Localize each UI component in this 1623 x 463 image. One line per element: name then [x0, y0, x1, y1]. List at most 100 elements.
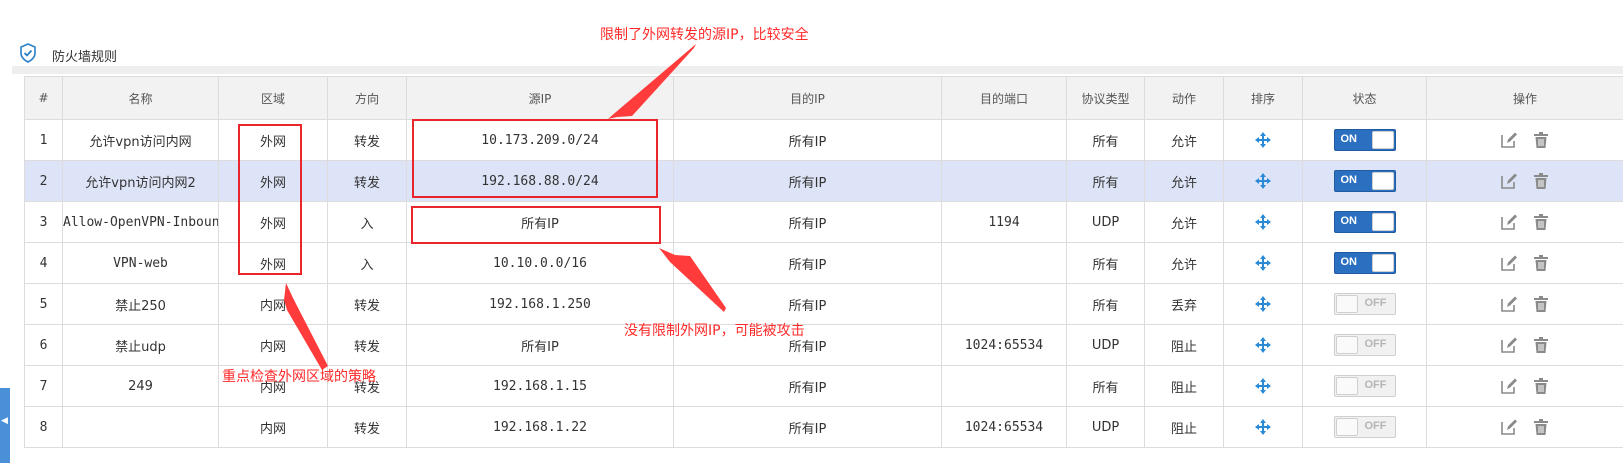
zone-cell: 内网	[218, 406, 328, 448]
source-ip-cell: 192.168.1.250	[406, 283, 674, 325]
status-cell: ON	[1302, 242, 1427, 284]
index-cell: 3	[24, 201, 63, 243]
operations-cell	[1426, 365, 1623, 407]
zone-cell: 内网	[218, 283, 328, 325]
dest-port-cell: 1024:65534	[941, 324, 1067, 366]
index-cell: 4	[24, 242, 63, 284]
trash-icon[interactable]	[1531, 253, 1551, 273]
highlight-box-restricted-source	[412, 119, 658, 198]
col-header-sort: 排序	[1223, 76, 1303, 120]
sort-cell	[1223, 324, 1303, 366]
move-arrows-icon[interactable]	[1255, 214, 1271, 230]
col-header-protocol: 协议类型	[1066, 76, 1145, 120]
status-toggle[interactable]: OFF	[1333, 416, 1396, 438]
status-toggle[interactable]: OFF	[1333, 375, 1396, 397]
col-header-dest-ip: 目的IP	[673, 76, 942, 120]
move-arrows-icon[interactable]	[1255, 419, 1271, 435]
source-ip-cell: 192.168.1.15	[406, 365, 674, 407]
action-cell: 阻止	[1144, 406, 1224, 448]
edit-icon[interactable]	[1499, 294, 1519, 314]
edit-icon[interactable]	[1499, 171, 1519, 191]
col-header-dest-port: 目的端口	[941, 76, 1067, 120]
table-row: 8 内网 转发 192.168.1.22 所有IP 1024:65534 UDP 阻止 OFF	[24, 406, 1623, 448]
highlight-box-unrestricted-source	[411, 206, 661, 244]
index-cell: 2	[24, 160, 63, 202]
index-cell: 1	[24, 119, 63, 161]
protocol-cell: UDP	[1066, 324, 1145, 366]
status-toggle-label: OFF	[1364, 420, 1387, 432]
col-header-name: 名称	[62, 76, 219, 120]
operations-cell	[1426, 283, 1623, 325]
action-cell: 丢弃	[1144, 283, 1224, 325]
protocol-cell: 所有	[1066, 160, 1145, 202]
annotation-unrestricted-source: 没有限制外网IP，可能被攻击	[624, 323, 805, 339]
trash-icon[interactable]	[1531, 294, 1551, 314]
trash-icon[interactable]	[1531, 171, 1551, 191]
edit-icon[interactable]	[1499, 130, 1519, 150]
protocol-cell: 所有	[1066, 242, 1145, 284]
move-arrows-icon[interactable]	[1255, 255, 1271, 271]
status-toggle[interactable]: ON	[1333, 170, 1396, 192]
col-header-operations: 操作	[1426, 76, 1623, 120]
move-arrows-icon[interactable]	[1255, 296, 1271, 312]
edit-icon[interactable]	[1499, 417, 1519, 437]
toggle-knob	[1335, 418, 1358, 436]
direction-cell: 转发	[327, 160, 407, 202]
page-title: 防火墙规则	[52, 50, 118, 65]
trash-icon[interactable]	[1531, 376, 1551, 396]
index-cell: 8	[24, 406, 63, 448]
zone-cell: 内网	[218, 324, 328, 366]
edit-icon[interactable]	[1499, 335, 1519, 355]
operations-cell	[1426, 119, 1623, 161]
trash-icon[interactable]	[1531, 417, 1551, 437]
move-arrows-icon[interactable]	[1255, 337, 1271, 353]
edit-icon[interactable]	[1499, 212, 1519, 232]
edit-icon[interactable]	[1499, 376, 1519, 396]
col-header-index: #	[24, 76, 63, 120]
chevron-left-icon: ◀	[1, 416, 8, 426]
dest-port-cell	[941, 242, 1067, 284]
protocol-cell: UDP	[1066, 406, 1145, 448]
name-cell: 249	[62, 365, 219, 407]
trash-icon[interactable]	[1531, 130, 1551, 150]
protocol-cell: UDP	[1066, 201, 1145, 243]
direction-cell: 转发	[327, 283, 407, 325]
operations-cell	[1426, 324, 1623, 366]
action-cell: 阻止	[1144, 324, 1224, 366]
status-toggle[interactable]: ON	[1333, 129, 1396, 151]
edit-icon[interactable]	[1499, 253, 1519, 273]
trash-icon[interactable]	[1531, 335, 1551, 355]
name-cell	[62, 406, 219, 448]
status-toggle[interactable]: OFF	[1333, 293, 1396, 315]
action-cell: 允许	[1144, 242, 1224, 284]
status-toggle[interactable]: OFF	[1333, 334, 1396, 356]
action-cell: 阻止	[1144, 365, 1224, 407]
sidebar-collapse-tab[interactable]: ◀	[0, 388, 10, 463]
sort-cell	[1223, 242, 1303, 284]
operations-cell	[1426, 201, 1623, 243]
action-cell: 允许	[1144, 160, 1224, 202]
status-cell: OFF	[1302, 283, 1427, 325]
dest-ip-cell: 所有IP	[673, 119, 942, 161]
dest-ip-cell: 所有IP	[673, 365, 942, 407]
name-cell: 允许vpn访问内网	[62, 119, 219, 161]
source-ip-cell: 192.168.1.22	[406, 406, 674, 448]
move-arrows-icon[interactable]	[1255, 173, 1271, 189]
trash-icon[interactable]	[1531, 212, 1551, 232]
status-toggle-label: ON	[1340, 133, 1358, 145]
move-arrows-icon[interactable]	[1255, 378, 1271, 394]
status-cell: ON	[1302, 160, 1427, 202]
toggle-knob	[1335, 295, 1358, 313]
dest-ip-cell: 所有IP	[673, 283, 942, 325]
action-cell: 允许	[1144, 119, 1224, 161]
move-arrows-icon[interactable]	[1255, 132, 1271, 148]
direction-cell: 入	[327, 242, 407, 284]
index-cell: 6	[24, 324, 63, 366]
dest-port-cell	[941, 365, 1067, 407]
status-toggle[interactable]: ON	[1333, 211, 1396, 233]
status-toggle[interactable]: ON	[1333, 252, 1396, 274]
col-header-status: 状态	[1302, 76, 1427, 120]
toggle-knob	[1335, 377, 1358, 395]
status-cell: ON	[1302, 119, 1427, 161]
status-cell: OFF	[1302, 324, 1427, 366]
